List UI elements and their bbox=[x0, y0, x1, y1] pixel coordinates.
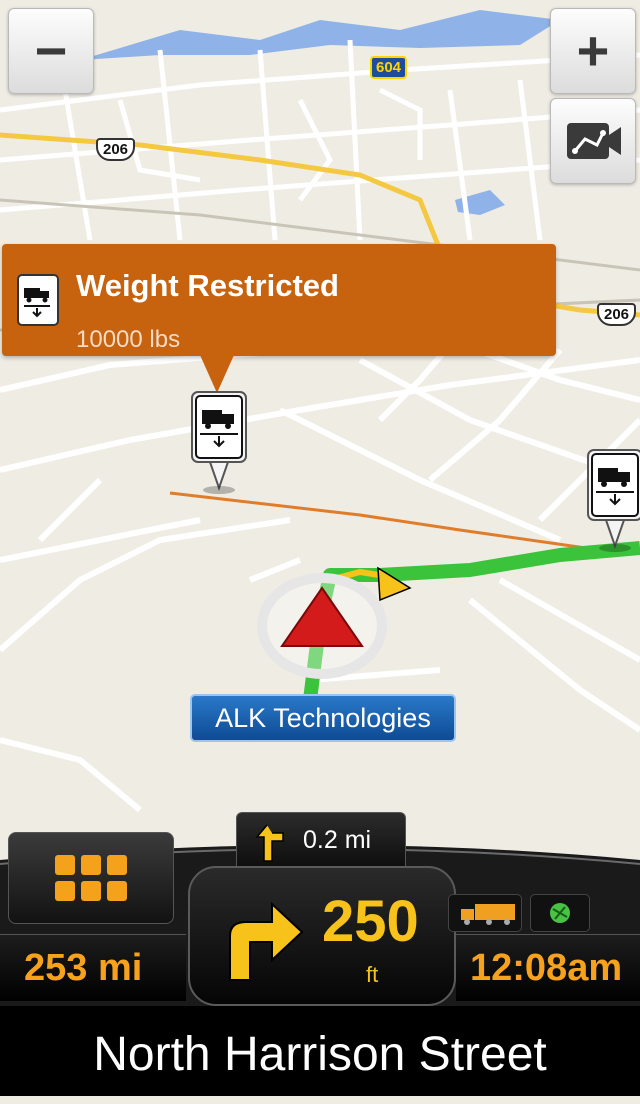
truck-icon bbox=[461, 904, 515, 925]
turn-distance-unit: ft bbox=[366, 962, 379, 987]
truck-restriction-pin[interactable] bbox=[190, 390, 248, 496]
main-menu-button[interactable] bbox=[8, 832, 174, 924]
zoom-out-button[interactable]: − bbox=[8, 8, 94, 94]
gps-icon bbox=[550, 903, 570, 923]
remaining-distance[interactable]: 253 mi bbox=[0, 934, 186, 1001]
turn-right-arrow-icon bbox=[229, 901, 304, 981]
zoom-in-button[interactable]: + bbox=[550, 8, 636, 94]
grid-menu-icon bbox=[55, 855, 127, 901]
highway-shield: 604 bbox=[370, 56, 408, 79]
next-turn-panel[interactable]: 0.2 mi bbox=[236, 812, 406, 872]
weight-restriction-callout[interactable]: Weight Restricted 10000 lbs bbox=[2, 244, 556, 356]
turn-instruction-panel[interactable]: 250 ft bbox=[188, 866, 456, 1006]
poi-label[interactable]: ALK Technologies bbox=[190, 694, 456, 742]
truck-status-button[interactable] bbox=[448, 894, 522, 932]
truck-weight-icon bbox=[17, 274, 59, 326]
callout-subtitle: 10000 lbs bbox=[76, 326, 181, 353]
plus-icon: + bbox=[576, 19, 610, 82]
gps-status-button[interactable] bbox=[530, 894, 590, 932]
truck-restriction-pin[interactable] bbox=[586, 448, 640, 554]
arrival-time[interactable]: 12:08am bbox=[456, 934, 640, 1001]
route-camera-icon bbox=[567, 123, 621, 159]
callout-title: Weight Restricted bbox=[76, 268, 339, 303]
route-shield: 206 bbox=[597, 303, 637, 326]
current-street-name: North Harrison Street bbox=[0, 1006, 640, 1096]
route-shield: 206 bbox=[96, 138, 136, 161]
camera-route-button[interactable] bbox=[550, 98, 636, 184]
turn-distance: 250 bbox=[322, 889, 419, 954]
minus-icon: − bbox=[34, 19, 68, 82]
next-turn-distance: 0.2 mi bbox=[303, 826, 372, 854]
callout-pointer bbox=[200, 355, 234, 393]
turn-left-arrow-icon bbox=[255, 824, 284, 862]
